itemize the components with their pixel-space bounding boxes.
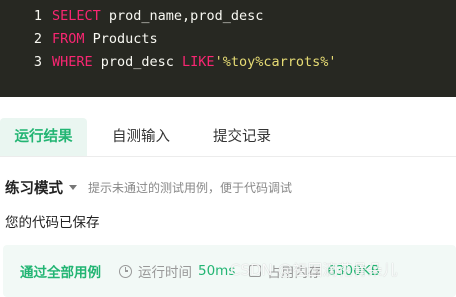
sql-string: '%toy%carrots%': [214, 54, 337, 70]
result-tabs: 运行结果 自测输入 提交记录: [0, 113, 456, 157]
clock-icon: [119, 264, 132, 278]
line-number: 2: [33, 31, 42, 47]
code-text[interactable]: FROM Products: [52, 28, 158, 51]
sql-keyword: LIKE: [182, 54, 215, 70]
tab-run-result[interactable]: 运行结果: [0, 118, 87, 156]
saved-status: 您的代码已保存: [5, 215, 100, 231]
code-line[interactable]: 2 FROM Products: [0, 28, 456, 51]
line-number: 3: [33, 54, 42, 70]
run-time-label: 运行时间: [138, 265, 192, 281]
code-line[interactable]: 1 SELECT prod_name,prod_desc: [0, 5, 456, 28]
mode-label[interactable]: 练习模式: [5, 177, 63, 198]
code-text[interactable]: SELECT prod_name,prod_desc: [52, 5, 263, 28]
line-number: 1: [33, 8, 42, 24]
tab-submissions[interactable]: 提交记录: [213, 118, 271, 156]
caret-down-icon[interactable]: [69, 184, 77, 190]
watermark: CSDN @祖国滴花骨朵儿: [230, 261, 398, 279]
sql-keyword: FROM: [52, 31, 85, 47]
sql-token: prod_name,prod_desc: [100, 8, 264, 24]
tab-self-test[interactable]: 自测输入: [112, 118, 170, 156]
sql-keyword: SELECT: [52, 8, 101, 24]
result-status: 通过全部用例: [20, 265, 101, 281]
code-line[interactable]: 3 WHERE prod_desc LIKE'%toy%carrots%': [0, 51, 456, 74]
sql-keyword: WHERE: [52, 54, 93, 70]
mode-hint: 提示未通过的测试用例，便于代码调试: [88, 180, 293, 195]
mode-selector[interactable]: 练习模式 提示未通过的测试用例，便于代码调试: [5, 176, 292, 198]
code-text[interactable]: WHERE prod_desc LIKE'%toy%carrots%': [52, 51, 336, 74]
sql-token: prod_desc: [92, 54, 183, 70]
code-editor[interactable]: 1 SELECT prod_name,prod_desc 2 FROM Product…: [0, 0, 456, 97]
sql-token: Products: [84, 31, 158, 47]
